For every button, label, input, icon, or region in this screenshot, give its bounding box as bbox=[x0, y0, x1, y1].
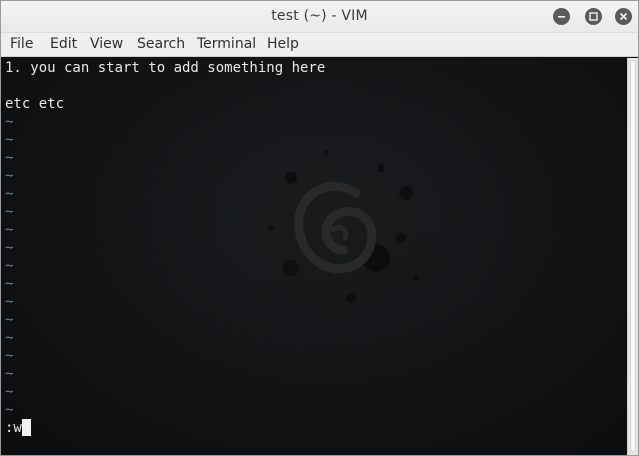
vim-terminal-window: test (~) - VIM File Edit View Search Ter… bbox=[0, 0, 639, 456]
close-button[interactable] bbox=[615, 8, 632, 25]
empty-line-marker: ~ bbox=[5, 186, 14, 202]
empty-line-marker: ~ bbox=[5, 294, 14, 310]
scrollbar-thumb[interactable] bbox=[630, 60, 636, 452]
menu-file[interactable]: File bbox=[7, 36, 36, 52]
editor-line-3: etc etc bbox=[5, 96, 65, 112]
minimize-button[interactable] bbox=[553, 8, 570, 25]
menu-search[interactable]: Search bbox=[134, 36, 188, 52]
empty-line-marker: ~ bbox=[5, 240, 14, 256]
text-cursor bbox=[21, 419, 31, 436]
empty-line-marker: ~ bbox=[5, 258, 14, 274]
empty-line-marker: ~ bbox=[5, 204, 14, 220]
command-line[interactable]: :w bbox=[5, 419, 31, 437]
empty-line-marker: ~ bbox=[5, 366, 14, 382]
empty-line-marker: ~ bbox=[5, 384, 14, 400]
maximize-button[interactable] bbox=[585, 8, 602, 25]
editor-line-1: 1. you can start to add something here bbox=[5, 60, 326, 76]
empty-line-marker: ~ bbox=[5, 222, 14, 238]
window-title: test (~) - VIM bbox=[271, 8, 368, 24]
empty-line-marker: ~ bbox=[5, 168, 14, 184]
menu-terminal[interactable]: Terminal bbox=[194, 36, 259, 52]
empty-line-marker: ~ bbox=[5, 348, 14, 364]
close-icon bbox=[619, 12, 628, 21]
maximize-icon bbox=[589, 12, 598, 21]
minimize-icon bbox=[558, 16, 565, 18]
empty-line-marker: ~ bbox=[5, 276, 14, 292]
debian-swirl-wallpaper-icon bbox=[246, 150, 436, 323]
menu-help[interactable]: Help bbox=[264, 36, 302, 52]
terminal-text-area[interactable]: 1. you can start to add something here e… bbox=[1, 58, 627, 455]
empty-line-marker: ~ bbox=[5, 312, 14, 328]
title-bar[interactable]: test (~) - VIM bbox=[1, 1, 638, 33]
menu-edit[interactable]: Edit bbox=[47, 36, 80, 52]
vertical-scrollbar[interactable] bbox=[627, 58, 638, 455]
empty-line-marker: ~ bbox=[5, 150, 14, 166]
empty-line-marker: ~ bbox=[5, 114, 14, 130]
empty-line-marker: ~ bbox=[5, 330, 14, 346]
menu-view[interactable]: View bbox=[87, 36, 126, 52]
empty-line-marker: ~ bbox=[5, 402, 14, 418]
menu-bar: File Edit View Search Terminal Help bbox=[1, 33, 638, 57]
command-text: :w bbox=[5, 420, 22, 436]
empty-line-marker: ~ bbox=[5, 132, 14, 148]
